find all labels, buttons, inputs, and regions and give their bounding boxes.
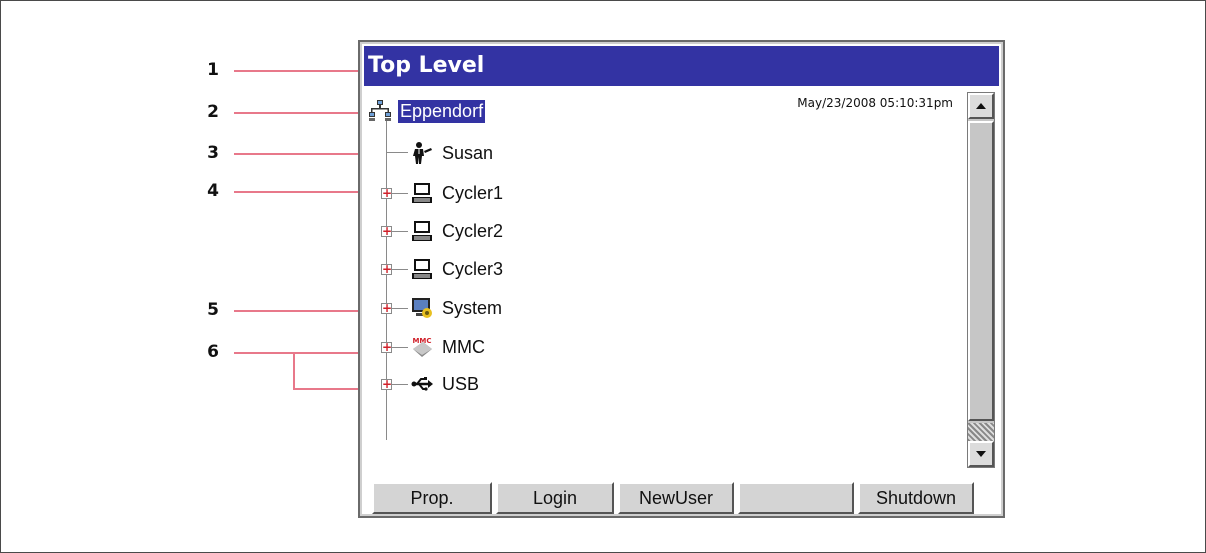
vertical-scrollbar[interactable]: [967, 92, 995, 468]
computer-icon: [412, 221, 432, 241]
tree-root-label: Eppendorf: [398, 99, 486, 123]
tree-item-susan[interactable]: Susan: [410, 138, 495, 168]
tree-item-label: MMC: [442, 336, 485, 357]
leader-1: [234, 70, 364, 72]
branch-line: [392, 384, 408, 385]
login-button[interactable]: Login: [496, 482, 614, 514]
expand-toggle[interactable]: +: [381, 378, 392, 390]
tree-trunk-line: [386, 120, 387, 440]
expand-toggle[interactable]: +: [381, 341, 392, 353]
callout-1: 1: [207, 60, 219, 80]
tree-view: Eppendorf Susan + Cycler1 + Cycler2 + Cy…: [364, 88, 964, 478]
computer-icon: [412, 259, 432, 279]
user-icon: [413, 142, 432, 164]
tree-item-label: Cycler3: [442, 258, 504, 279]
tree-item-cycler1[interactable]: Cycler1: [410, 178, 505, 208]
leader-6-vertical: [293, 352, 295, 389]
scroll-up-button[interactable]: [968, 93, 994, 119]
device-screen: Top Level May/23/2008 05:10:31pm Eppendo…: [358, 40, 1005, 518]
window-title: Top Level: [364, 46, 999, 86]
leader-6a: [234, 352, 370, 354]
system-icon: [412, 298, 432, 318]
expand-toggle[interactable]: +: [381, 263, 392, 275]
branch-line: [392, 269, 408, 270]
expand-toggle[interactable]: +: [381, 187, 392, 199]
shutdown-button[interactable]: Shutdown: [858, 482, 974, 514]
tree-item-usb[interactable]: USB: [410, 369, 481, 399]
tree-item-cycler2[interactable]: Cycler2: [410, 216, 505, 246]
tree-item-label: Susan: [442, 142, 494, 163]
tree-item-label: Cycler1: [442, 182, 504, 203]
callout-2: 2: [207, 102, 219, 122]
callout-3: 3: [207, 143, 219, 163]
new-user-button[interactable]: NewUser: [618, 482, 734, 514]
tree-item-system[interactable]: System: [410, 293, 504, 323]
tree-item-mmc[interactable]: MMC MMC: [410, 332, 487, 362]
branch-line: [392, 231, 408, 232]
branch-line: [392, 308, 408, 309]
arrow-down-icon: [976, 451, 986, 457]
branch-line: [386, 152, 408, 153]
softkey-bar: Prop. Login NewUser Shutdown: [372, 482, 998, 514]
svg-text:MMC: MMC: [412, 337, 431, 345]
arrow-up-icon: [976, 103, 986, 109]
tree-item-label: USB: [442, 373, 480, 394]
scroll-thumb[interactable]: [968, 121, 994, 421]
callout-6: 6: [207, 342, 219, 362]
blank-softkey-button[interactable]: [738, 482, 854, 514]
usb-icon: [411, 377, 433, 391]
callout-5: 5: [207, 300, 219, 320]
scroll-down-button[interactable]: [968, 441, 994, 467]
network-icon: [369, 100, 391, 121]
scroll-track[interactable]: [968, 423, 994, 441]
branch-line: [392, 193, 408, 194]
tree-item-cycler3[interactable]: Cycler3: [410, 254, 505, 284]
leader-4: [234, 191, 370, 193]
leader-5: [234, 310, 370, 312]
branch-line: [392, 347, 408, 348]
tree-item-label: Cycler2: [442, 220, 504, 241]
expand-toggle[interactable]: +: [381, 225, 392, 237]
prop-button[interactable]: Prop.: [372, 482, 492, 514]
tree-item-label: System: [442, 297, 503, 318]
tree-root-eppendorf[interactable]: Eppendorf: [368, 96, 486, 126]
callout-4: 4: [207, 181, 219, 201]
expand-toggle[interactable]: +: [381, 302, 392, 314]
computer-icon: [412, 183, 432, 203]
mmc-card-icon: MMC: [412, 337, 432, 357]
leader-2: [234, 112, 370, 114]
